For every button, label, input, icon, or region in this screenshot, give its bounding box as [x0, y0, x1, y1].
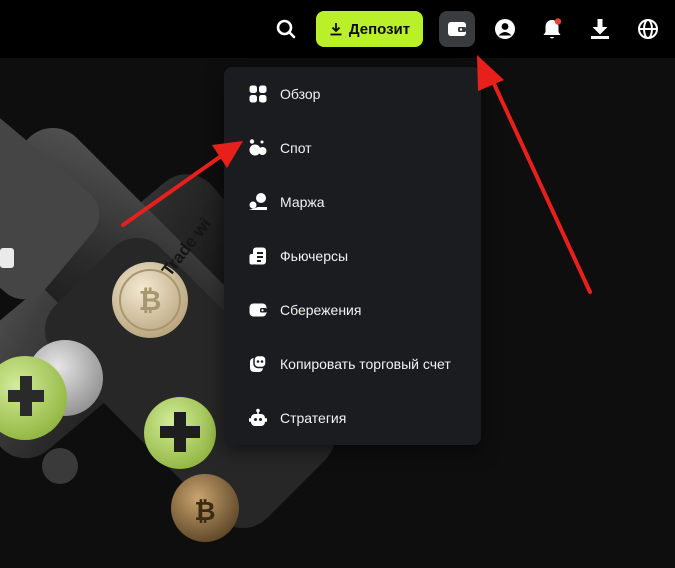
- download-icon: [330, 23, 342, 36]
- menu-item-label: Фьючерсы: [280, 248, 349, 264]
- menu-item-overview[interactable]: Обзор: [224, 74, 481, 114]
- menu-item-copy-trading[interactable]: Копировать торговый счет: [224, 344, 481, 384]
- grid-icon: [249, 85, 267, 103]
- language-button[interactable]: [630, 11, 666, 47]
- globe-icon: [638, 19, 658, 39]
- menu-item-label: Стратегия: [280, 410, 347, 426]
- app-download-button[interactable]: [582, 11, 618, 47]
- menu-item-futures[interactable]: Фьючерсы: [224, 236, 481, 276]
- menu-item-savings[interactable]: Сбережения: [224, 290, 481, 330]
- menu-item-label: Маржа: [280, 194, 325, 210]
- svg-text:₿: ₿: [194, 496, 215, 526]
- menu-item-label: Спот: [280, 140, 312, 156]
- menu-item-label: Копировать торговый счет: [280, 356, 451, 372]
- bell-icon: [543, 18, 562, 39]
- futures-icon: [249, 247, 266, 265]
- wallet-button[interactable]: [439, 11, 475, 47]
- notifications-button[interactable]: [534, 11, 570, 47]
- profile-icon: [495, 19, 515, 39]
- strategy-bot-icon: [249, 408, 267, 426]
- search-button[interactable]: [268, 11, 304, 47]
- deposit-label: Депозит: [348, 20, 411, 38]
- menu-item-spot[interactable]: Спот: [224, 128, 481, 168]
- copy-trading-icon: [250, 354, 267, 372]
- savings-icon: [249, 303, 267, 317]
- menu-item-label: Сбережения: [280, 302, 362, 318]
- top-navigation-bar: Депозит: [0, 0, 675, 58]
- menu-item-margin[interactable]: Маржа: [224, 182, 481, 222]
- spot-icon: [249, 139, 267, 156]
- search-icon: [276, 19, 296, 39]
- margin-icon: [249, 193, 267, 210]
- deposit-button[interactable]: Депозит: [316, 11, 423, 47]
- wallet-dropdown-menu: Обзор Спот Маржа Фьючерсы Сбережения Коп…: [224, 67, 481, 445]
- svg-text:₿: ₿: [139, 285, 162, 316]
- wallet-icon: [448, 22, 466, 36]
- menu-item-strategy[interactable]: Стратегия: [224, 398, 481, 438]
- menu-item-label: Обзор: [280, 86, 321, 102]
- profile-button[interactable]: [487, 11, 523, 47]
- app-download-icon: [591, 19, 609, 39]
